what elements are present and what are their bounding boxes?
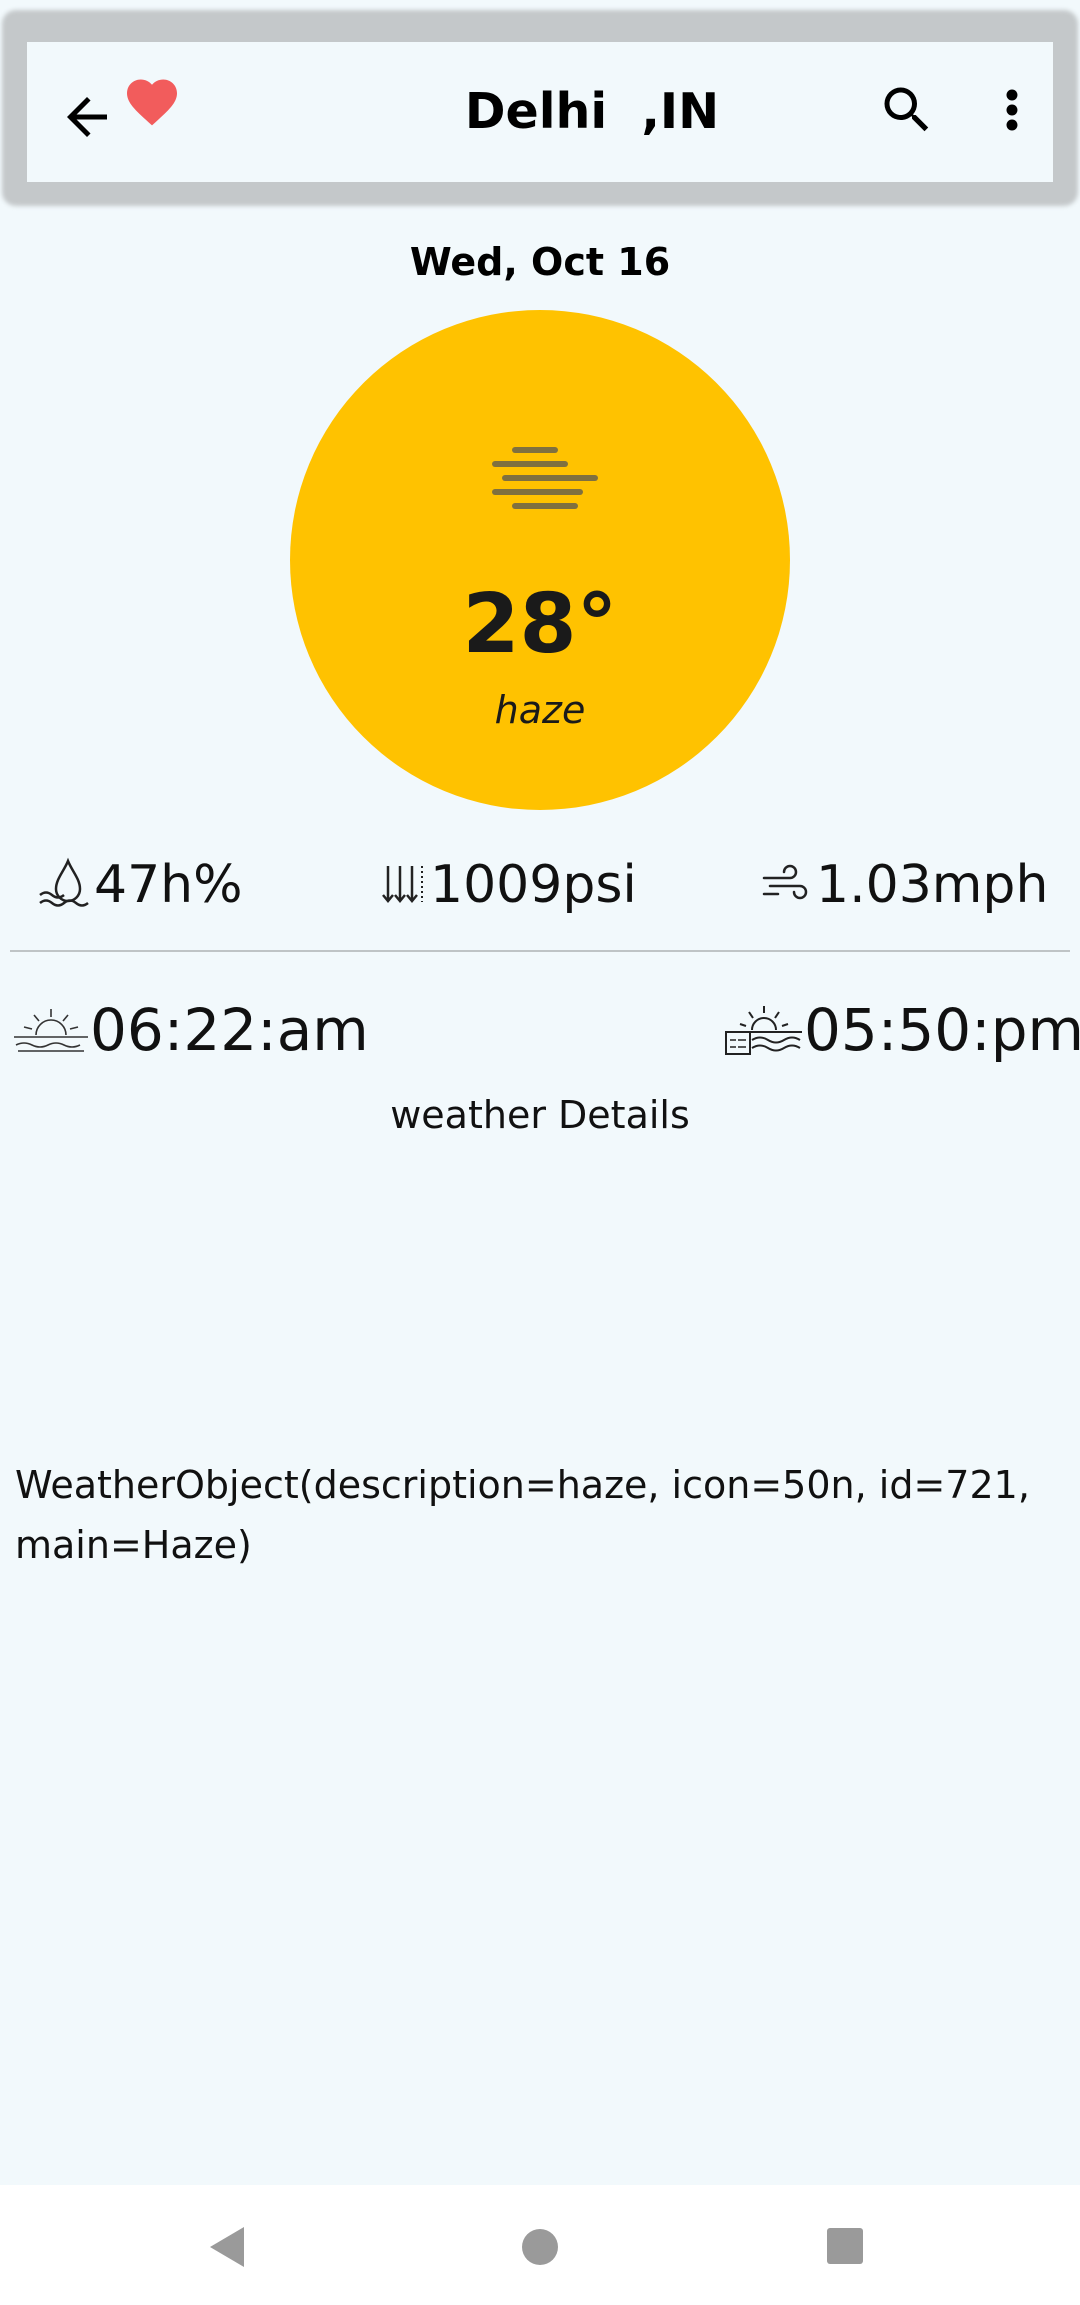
date-label: Wed, Oct 16 [409, 240, 671, 284]
nav-recents-icon[interactable] [826, 2227, 864, 2265]
sunset-icon [725, 1006, 802, 1055]
condition-label: haze [494, 688, 586, 732]
toolbar: Delhi ,IN [27, 42, 1053, 182]
wind-value: 1.03mph [816, 855, 1049, 915]
temperature: 28° [462, 577, 618, 672]
city-title: Delhi ,IN [464, 83, 720, 140]
search-icon [884, 87, 929, 132]
weather-details-label: weather Details [390, 1093, 690, 1137]
sunrise: 06:22:am [12, 990, 369, 1070]
more-options-button[interactable] [992, 80, 1032, 140]
sunset: 05:50:pm [724, 990, 1080, 1070]
heart-icon [127, 79, 177, 126]
humidity-value: 47h% [94, 855, 243, 915]
current-weather-circle: 28° haze [290, 310, 790, 810]
nav-back-icon[interactable] [208, 2225, 248, 2269]
sunrise-icon [14, 1009, 88, 1052]
pressure-stat: 1009psi [380, 845, 637, 925]
divider [10, 950, 1070, 952]
humidity-icon [39, 857, 89, 907]
system-nav-bar [0, 2185, 1080, 2305]
sunrise-time: 06:22:am [90, 996, 369, 1064]
wind-icon [762, 864, 808, 900]
weather-object-text: WeatherObject(description=haze, icon=50n… [15, 1463, 1030, 1567]
wind-stat: 1.03mph [760, 845, 1048, 925]
pressure-icon [382, 866, 423, 903]
sunset-time: 05:50:pm [804, 996, 1080, 1064]
back-button[interactable] [57, 87, 117, 147]
pressure-value: 1009psi [430, 855, 637, 915]
weather-screen: Delhi ,IN Wed, Oct 16 28° haze 47h% 1009… [0, 0, 1080, 2305]
search-button[interactable] [877, 80, 937, 140]
arrow-left-icon [67, 97, 107, 137]
nav-home-icon[interactable] [520, 2227, 560, 2267]
favorite-button[interactable] [122, 72, 182, 132]
more-vertical-icon [1006, 89, 1018, 131]
haze-icon [492, 447, 598, 509]
humidity-stat: 47h% [38, 845, 243, 925]
